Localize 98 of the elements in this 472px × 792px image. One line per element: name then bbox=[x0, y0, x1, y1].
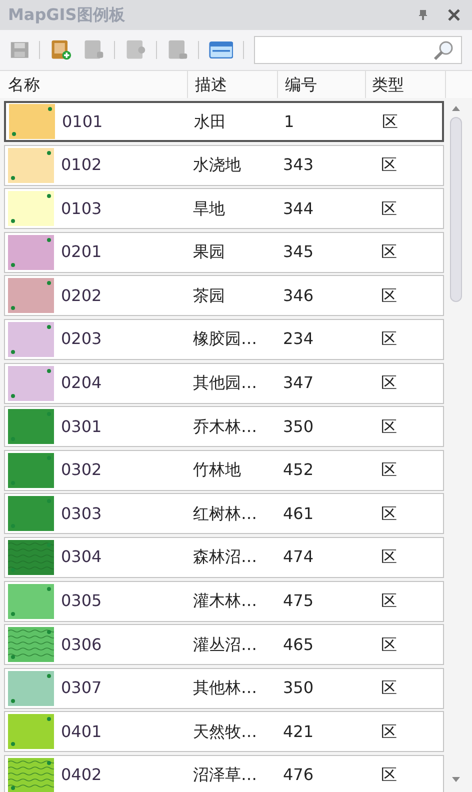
legend-code: 0101 bbox=[62, 110, 103, 132]
legend-number: 1 bbox=[284, 110, 296, 132]
legend-description: 沼泽草… bbox=[192, 764, 258, 786]
legend-type: 区 bbox=[381, 110, 398, 132]
legend-row[interactable]: 0203 橡胶园… 234 区 bbox=[4, 318, 444, 360]
legend-number: 343 bbox=[283, 154, 315, 176]
legend-code: 0103 bbox=[61, 198, 102, 220]
legend-number: 461 bbox=[283, 502, 315, 525]
legend-type: 区 bbox=[380, 720, 397, 743]
search-icon[interactable] bbox=[432, 39, 455, 61]
legend-row[interactable]: 0305 灌木林… 475 区 bbox=[4, 580, 444, 622]
legend-type: 区 bbox=[380, 677, 397, 700]
legend-description: 红树林… bbox=[192, 502, 258, 525]
legend-type: 区 bbox=[380, 241, 397, 264]
legend-row[interactable]: 0304 森林沼… 474 区 bbox=[4, 536, 444, 578]
legend-number: 350 bbox=[283, 416, 315, 438]
legend-code: 0202 bbox=[61, 284, 102, 307]
legend-row[interactable]: 0202 茶园 346 区 bbox=[4, 275, 444, 316]
legend-row[interactable]: 0302 竹林地 452 区 bbox=[4, 450, 444, 491]
legend-row[interactable]: 0103 旱地 344 区 bbox=[4, 188, 444, 230]
legend-type: 区 bbox=[380, 198, 397, 220]
legend-description: 果园 bbox=[192, 241, 226, 264]
add-book-icon[interactable] bbox=[50, 38, 73, 62]
legend-type: 区 bbox=[380, 154, 397, 176]
legend-number: 474 bbox=[283, 546, 315, 568]
legend-code: 0401 bbox=[61, 720, 102, 743]
legend-row[interactable]: 0101 水田 1 区 bbox=[4, 101, 444, 142]
legend-description: 灌木林… bbox=[192, 590, 258, 612]
legend-description: 天然牧… bbox=[192, 720, 258, 743]
legend-row[interactable]: 0102 水浇地 343 区 bbox=[4, 144, 444, 186]
legend-code: 0402 bbox=[61, 764, 102, 786]
scroll-thumb[interactable] bbox=[450, 117, 462, 302]
legend-code: 0204 bbox=[61, 372, 102, 394]
search-field[interactable] bbox=[254, 36, 462, 64]
book-icon[interactable] bbox=[124, 38, 146, 62]
legend-number: 475 bbox=[283, 590, 315, 612]
book-icon[interactable] bbox=[82, 38, 104, 62]
legend-type: 区 bbox=[380, 502, 397, 525]
panel-title: MapGIS图例板 bbox=[8, 4, 126, 26]
save-icon[interactable] bbox=[10, 40, 30, 60]
legend-number: 346 bbox=[283, 284, 315, 307]
pin-icon[interactable] bbox=[418, 9, 428, 21]
legend-description: 旱地 bbox=[192, 198, 226, 220]
legend-type: 区 bbox=[380, 590, 397, 612]
legend-row[interactable]: 0201 果园 345 区 bbox=[4, 232, 444, 273]
legend-row[interactable]: 0401 天然牧… 421 区 bbox=[4, 711, 444, 752]
column-header[interactable]: 编号 bbox=[278, 71, 366, 98]
legend-type: 区 bbox=[380, 634, 397, 656]
legend-row[interactable]: 0306 灌丛沼… 465 区 bbox=[4, 624, 444, 666]
legend-number: 345 bbox=[283, 241, 315, 264]
legend-number: 465 bbox=[283, 634, 315, 656]
legend-number: 234 bbox=[283, 328, 315, 350]
legend-number: 350 bbox=[283, 677, 315, 700]
legend-type: 区 bbox=[380, 416, 397, 438]
legend-number: 476 bbox=[283, 764, 315, 786]
legend-description: 水田 bbox=[193, 110, 227, 132]
window-icon[interactable] bbox=[208, 40, 234, 60]
legend-type: 区 bbox=[380, 328, 397, 350]
legend-type: 区 bbox=[380, 459, 397, 482]
legend-code: 0302 bbox=[61, 459, 102, 482]
legend-code: 0306 bbox=[61, 634, 102, 656]
legend-code: 0301 bbox=[61, 416, 102, 438]
scroll-down-icon[interactable] bbox=[452, 777, 460, 782]
legend-code: 0201 bbox=[61, 241, 102, 264]
legend-description: 竹林地 bbox=[192, 459, 242, 482]
legend-description: 橡胶园… bbox=[192, 328, 258, 350]
legend-description: 乔木林… bbox=[192, 416, 258, 438]
column-header[interactable]: 类型 bbox=[366, 71, 446, 98]
legend-type: 区 bbox=[380, 546, 397, 568]
legend-type: 区 bbox=[380, 284, 397, 307]
legend-description: 森林沼… bbox=[192, 546, 258, 568]
legend-code: 0304 bbox=[61, 546, 102, 568]
legend-row[interactable]: 0301 乔木林… 350 区 bbox=[4, 406, 444, 448]
legend-type: 区 bbox=[380, 372, 397, 394]
book-icon[interactable] bbox=[166, 38, 188, 62]
legend-row[interactable]: 0303 红树林… 461 区 bbox=[4, 493, 444, 534]
legend-description: 其他园… bbox=[192, 372, 258, 394]
legend-description: 茶园 bbox=[192, 284, 226, 307]
legend-code: 0303 bbox=[61, 502, 102, 525]
legend-row[interactable]: 0307 其他林… 350 区 bbox=[4, 668, 444, 709]
legend-number: 452 bbox=[283, 459, 315, 482]
legend-code: 0102 bbox=[61, 154, 102, 176]
close-icon[interactable] bbox=[448, 9, 460, 21]
legend-code: 0305 bbox=[61, 590, 102, 612]
legend-number: 344 bbox=[283, 198, 315, 220]
legend-code: 0203 bbox=[61, 328, 102, 350]
legend-description: 水浇地 bbox=[192, 154, 242, 176]
legend-number: 347 bbox=[283, 372, 315, 394]
legend-row[interactable]: 0402 沼泽草… 476 区 bbox=[4, 754, 444, 792]
column-header[interactable]: 名称 bbox=[0, 71, 188, 98]
legend-row[interactable]: 0204 其他园… 347 区 bbox=[4, 362, 444, 404]
legend-number: 421 bbox=[283, 720, 315, 743]
legend-code: 0307 bbox=[61, 677, 102, 700]
legend-type: 区 bbox=[380, 764, 397, 786]
legend-description: 其他林… bbox=[192, 677, 258, 700]
scroll-up-icon[interactable] bbox=[452, 106, 460, 111]
legend-description: 灌丛沼… bbox=[192, 634, 258, 656]
column-header[interactable]: 描述 bbox=[188, 71, 278, 98]
